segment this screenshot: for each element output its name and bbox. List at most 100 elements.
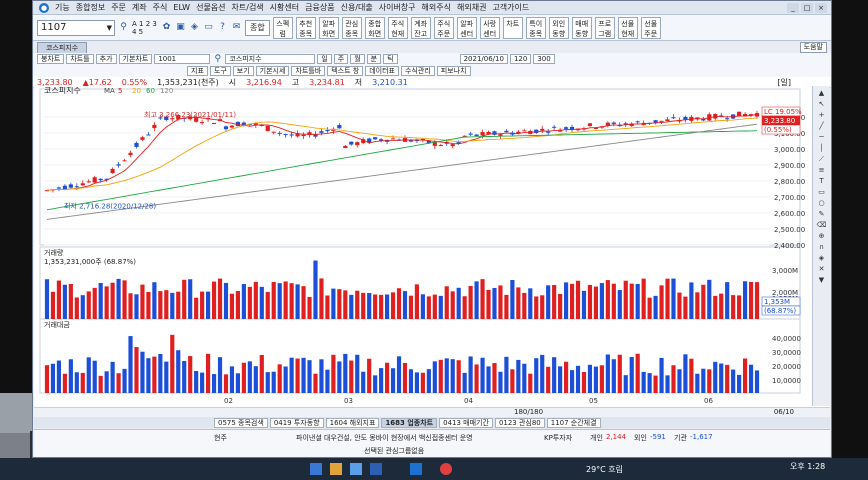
taskbar-app-icon[interactable] <box>310 463 322 475</box>
window-tab[interactable]: 0123 관심80 <box>494 417 545 428</box>
pen-icon[interactable]: ✎ <box>816 210 828 218</box>
window-tab[interactable]: 1107 순간체결 <box>546 417 601 428</box>
period-tick[interactable]: 틱 <box>383 54 398 64</box>
period-month[interactable]: 월 <box>350 54 365 64</box>
period-week[interactable]: 주 <box>333 54 349 64</box>
quick-button[interactable]: 종합화면 <box>364 16 385 39</box>
chart-frame-button[interactable]: 차트틀 <box>66 54 94 64</box>
trend-icon[interactable]: ⟋ <box>816 155 828 163</box>
menu-item[interactable]: 종합정보 <box>76 2 105 13</box>
count-input[interactable]: 120 <box>509 54 532 64</box>
menu-item[interactable]: 시황센터 <box>270 2 299 13</box>
eraser-icon[interactable]: ⌫ <box>816 221 828 229</box>
menu-item[interactable]: ELW <box>173 3 190 12</box>
lock-icon[interactable]: ◈ <box>189 22 200 33</box>
vertical-line-icon[interactable]: │ <box>816 144 828 152</box>
window-tab[interactable]: 1683 업종차트 <box>381 417 438 428</box>
taskbar-app-icon[interactable] <box>330 463 342 475</box>
weather-text[interactable]: 29°C 흐림 <box>586 464 623 475</box>
day-label[interactable]: [일] <box>777 77 791 88</box>
chart-toolbar-button[interactable]: 차트틀바 <box>291 66 326 76</box>
basic-chart-button[interactable]: 기본차트 <box>118 54 153 64</box>
quick-button[interactable]: 주식현재 <box>387 16 408 39</box>
quick-button[interactable]: 매매동향 <box>571 16 592 39</box>
quick-button[interactable]: 주식주문 <box>433 16 454 39</box>
data-table-button[interactable]: 데이터표 <box>365 66 399 76</box>
font-size-icons[interactable]: A 1 2 3 4 5 <box>132 20 158 36</box>
delete-icon[interactable]: ✕ <box>816 265 828 273</box>
help-icon[interactable]: ? <box>217 22 228 33</box>
rect-icon[interactable]: ▭ <box>816 188 828 196</box>
news-headline[interactable]: 파이낸셜 대우건설, 안도 몽바이 현장에서 백신접종센터 운영 <box>296 433 473 443</box>
chevron-down-icon[interactable]: ▼ <box>107 21 112 35</box>
chart-area[interactable]: 2,400.00 2,500.00 2,600.00 2,700.00 2,800.00… <box>34 86 830 407</box>
taskbar-app-icon[interactable] <box>370 463 382 475</box>
minimize-button[interactable]: _ <box>787 2 799 13</box>
period-day[interactable]: 일 <box>317 54 332 64</box>
taskbar-app-icon[interactable] <box>350 463 362 475</box>
quick-button[interactable]: 외인동향 <box>548 16 569 39</box>
quick-button[interactable]: 사랑센터 <box>479 16 500 39</box>
quick-button[interactable]: 선물현재 <box>617 16 638 39</box>
add-button[interactable]: 추가 <box>95 54 117 64</box>
quick-button[interactable]: 알파센터 <box>456 16 477 39</box>
horizontal-line-icon[interactable]: ─ <box>816 133 828 141</box>
text-icon[interactable]: T <box>816 177 828 185</box>
tab-kospi[interactable]: 코스피지수 <box>37 42 88 53</box>
maximize-button[interactable]: □ <box>801 2 813 13</box>
crosshair-icon[interactable]: + <box>816 111 828 119</box>
formula-button[interactable]: 수식관리 <box>400 66 435 76</box>
menu-item[interactable]: 신용/대출 <box>341 2 373 13</box>
count2-input[interactable]: 300 <box>533 54 555 64</box>
window-icon[interactable]: ▣ <box>175 22 186 33</box>
quick-button[interactable]: 알파화면 <box>318 16 339 39</box>
quote-button[interactable]: 기본시세 <box>255 66 290 76</box>
menu-item[interactable]: 주문 <box>111 2 126 13</box>
menu-item[interactable]: 고객가이드 <box>492 2 529 13</box>
gear-icon[interactable]: ✿ <box>161 22 172 33</box>
arrow-up-icon[interactable]: ▲ <box>816 89 828 97</box>
help-button[interactable]: 도움말 <box>799 42 827 53</box>
text-window-button[interactable]: 텍스트 창 <box>327 66 364 76</box>
cursor-icon[interactable]: ↖ <box>816 100 828 108</box>
candle-chart-button[interactable]: 봉차트 <box>37 54 65 64</box>
quick-button[interactable]: 추천종목 <box>295 16 316 39</box>
message-icon[interactable]: ✉ <box>231 22 242 33</box>
quick-button[interactable]: 프로그램 <box>594 16 615 39</box>
search-icon[interactable]: ⚲ <box>118 22 129 33</box>
menu-item[interactable]: 해외채권 <box>457 2 486 13</box>
taskbar-app-icon[interactable] <box>410 463 422 475</box>
fibonacci-button[interactable]: 피보나치 <box>436 66 471 76</box>
period-minute[interactable]: 분 <box>366 54 382 64</box>
menu-item[interactable]: 금융상품 <box>305 2 334 13</box>
menu-item[interactable]: 계좌 <box>132 2 147 13</box>
menu-item[interactable]: 주식 <box>153 2 168 13</box>
window-tab[interactable]: 0575 종목검색 <box>214 417 268 428</box>
quick-button[interactable]: 관심종목 <box>341 16 362 39</box>
quick-button[interactable]: 선물주문 <box>640 16 661 39</box>
line-icon[interactable]: ╱ <box>816 122 828 130</box>
search-icon[interactable]: ⚲ <box>212 54 223 65</box>
index-name-field[interactable]: 코스피지수 <box>225 54 316 64</box>
menu-item[interactable]: 사이버창구 <box>379 2 416 13</box>
menu-item[interactable]: 기능 <box>55 2 70 13</box>
category-select[interactable]: 종합 <box>245 19 270 36</box>
indicator-button[interactable]: 지표 <box>187 66 208 76</box>
menu-item[interactable]: 해외주식 <box>422 2 451 13</box>
quick-button[interactable]: 스펙럼 <box>272 16 293 39</box>
window-tab[interactable]: 0419 투자동향 <box>269 417 324 428</box>
chart-canvas[interactable]: 2,400.00 2,500.00 2,600.00 2,700.00 2,800.00… <box>34 86 830 407</box>
screen-code-input[interactable]: 1107 ▼ <box>37 19 115 36</box>
index-code-input[interactable]: 1001 <box>154 54 211 64</box>
circle-icon[interactable]: ○ <box>816 199 828 207</box>
view-button[interactable]: 보기 <box>232 66 254 76</box>
close-button[interactable]: × <box>815 2 827 13</box>
arrow-down-icon[interactable]: ▼ <box>816 276 828 284</box>
tool-button[interactable]: 도구 <box>209 66 231 76</box>
quick-button[interactable]: 차트 <box>502 16 523 39</box>
window-tab[interactable]: 0413 매매기간 <box>439 417 493 428</box>
quick-button[interactable]: 계좌잔고 <box>410 16 431 39</box>
window-tab[interactable]: 1604 해외지표 <box>325 417 380 428</box>
lock-icon[interactable]: ◈ <box>816 254 828 262</box>
menu-item[interactable]: 차트/검색 <box>232 2 264 13</box>
